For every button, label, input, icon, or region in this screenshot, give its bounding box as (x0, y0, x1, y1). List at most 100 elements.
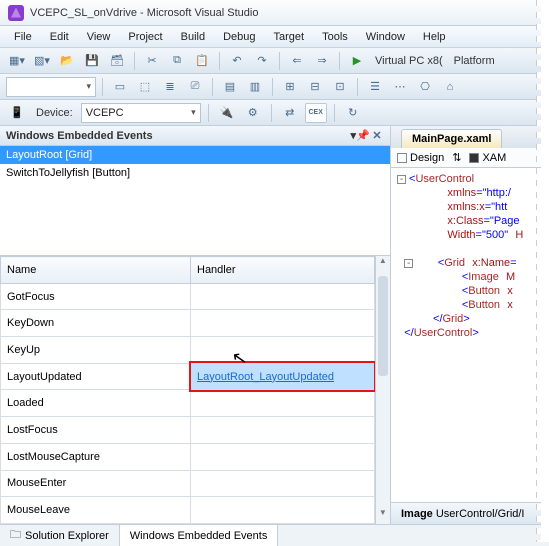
transport-button[interactable]: ⇄ (279, 103, 301, 123)
events-grid[interactable]: Name Handler GotFocus KeyDown KeyUp Layo… (0, 256, 375, 524)
col-handler[interactable]: Handler (191, 257, 375, 284)
platform-label[interactable]: Platform (450, 55, 499, 67)
close-icon[interactable]: ✕ (370, 129, 384, 142)
element-type: Image (401, 508, 433, 520)
separator (219, 52, 220, 70)
config-combo[interactable]: ▾ (6, 77, 96, 97)
paste-button[interactable]: 📋 (191, 51, 213, 71)
tb-icon[interactable]: ≣ (159, 77, 181, 97)
tb-icon[interactable]: ⎚ (184, 77, 206, 97)
col-name[interactable]: Name (1, 257, 191, 284)
menu-tools[interactable]: Tools (314, 29, 356, 45)
redo-button[interactable]: ↷ (251, 51, 273, 71)
design-icon (397, 153, 407, 163)
refresh-button[interactable]: ↻ (342, 103, 364, 123)
title-bar: VCEPC_SL_onVdrive - Microsoft Visual Stu… (0, 0, 549, 26)
separator (212, 78, 213, 96)
menu-window[interactable]: Window (358, 29, 413, 45)
start-debug-button[interactable]: ▶ (346, 51, 368, 71)
editor-tabstrip: MainPage.xaml (391, 126, 549, 148)
tb-icon[interactable]: ☰ (364, 77, 386, 97)
torn-edge (541, 0, 549, 542)
bottom-tabstrip: 🗀Solution Explorer Windows Embedded Even… (0, 524, 549, 546)
device-combo[interactable]: VCEPC▾ (81, 103, 201, 123)
xaml-icon (469, 153, 479, 163)
menu-edit[interactable]: Edit (42, 29, 77, 45)
separator (339, 52, 340, 70)
save-button[interactable]: 💾 (81, 51, 103, 71)
element-item-selected[interactable]: LayoutRoot [Grid] (0, 146, 390, 164)
separator (134, 52, 135, 70)
add-item-button[interactable]: ▧▾ (31, 51, 53, 71)
scroll-up-icon[interactable]: ▲ (376, 256, 390, 272)
scroll-thumb[interactable] (378, 276, 388, 376)
app-icon (8, 5, 24, 21)
handler-link[interactable]: LayoutRoot_LayoutUpdated (191, 363, 375, 390)
open-button[interactable]: 📂 (56, 51, 78, 71)
vertical-scrollbar[interactable]: ▲ ▼ (375, 256, 390, 524)
collapse-icon[interactable]: - (397, 175, 406, 184)
menu-file[interactable]: File (6, 29, 40, 45)
xaml-view-button[interactable]: XAM (469, 152, 506, 164)
table-row[interactable]: GotFocus (1, 283, 375, 310)
table-row[interactable]: Loaded (1, 390, 375, 417)
tb-icon[interactable]: ▭ (109, 77, 131, 97)
tb-icon[interactable]: ▤ (219, 77, 241, 97)
menu-build[interactable]: Build (173, 29, 213, 45)
menu-debug[interactable]: Debug (215, 29, 263, 45)
tab-embedded-events[interactable]: Windows Embedded Events (120, 525, 279, 546)
events-pane-title: Windows Embedded Events (6, 130, 153, 142)
tb-icon[interactable]: ⎔ (414, 77, 436, 97)
nav-back-button[interactable]: ⇐ (286, 51, 308, 71)
table-row[interactable]: KeyUp (1, 337, 375, 364)
table-row[interactable]: LostFocus (1, 417, 375, 444)
tb-icon[interactable]: ⊟ (304, 77, 326, 97)
collapse-icon[interactable]: - (404, 259, 413, 268)
cut-button[interactable]: ✂ (141, 51, 163, 71)
element-item[interactable]: SwitchToJellyfish [Button] (0, 164, 390, 182)
tb-icon[interactable]: ⊞ (279, 77, 301, 97)
cex-button[interactable]: CEX (305, 103, 327, 123)
editor-tab[interactable]: MainPage.xaml (401, 129, 502, 148)
swap-panes-icon[interactable]: ⇅ (452, 151, 461, 164)
xaml-editor[interactable]: -<UserControl xmlns="http:/ xmlns:x="htt… (391, 168, 549, 502)
table-row[interactable]: MouseEnter (1, 470, 375, 497)
design-xaml-bar: Design ⇅ XAM (391, 148, 549, 168)
separator (279, 52, 280, 70)
table-row[interactable]: LostMouseCapture (1, 443, 375, 470)
menu-help[interactable]: Help (415, 29, 454, 45)
table-row[interactable]: MouseLeave (1, 497, 375, 524)
tab-solution-explorer[interactable]: 🗀Solution Explorer (0, 525, 120, 546)
table-row[interactable]: LayoutUpdatedLayoutRoot_LayoutUpdated (1, 363, 375, 390)
undo-button[interactable]: ↶ (226, 51, 248, 71)
window-title: VCEPC_SL_onVdrive - Microsoft Visual Stu… (30, 7, 258, 19)
scroll-down-icon[interactable]: ▼ (376, 508, 390, 524)
tb-icon[interactable]: ▥ (244, 77, 266, 97)
menu-target[interactable]: Target (266, 29, 313, 45)
copy-button[interactable]: ⧉ (166, 51, 188, 71)
new-project-button[interactable]: ▦▾ (6, 51, 28, 71)
separator (357, 78, 358, 96)
device-icon[interactable]: 📱 (6, 103, 28, 123)
connect-button[interactable]: 🔌 (216, 103, 238, 123)
element-path: UserControl/Grid/I (436, 508, 525, 520)
element-list[interactable]: LayoutRoot [Grid] SwitchToJellyfish [But… (0, 146, 390, 256)
design-view-button[interactable]: Design (397, 152, 444, 164)
target-combo[interactable]: Virtual PC x8( (371, 55, 447, 67)
nav-fwd-button[interactable]: ⇒ (311, 51, 333, 71)
device-props-button[interactable]: ⚙ (242, 103, 264, 123)
separator (271, 104, 272, 122)
table-row[interactable]: KeyDown (1, 310, 375, 337)
save-all-button[interactable]: 🗃 (106, 51, 128, 71)
tb-icon[interactable]: ⊡ (329, 77, 351, 97)
menu-view[interactable]: View (79, 29, 119, 45)
editor-statusbar: Image UserControl/Grid/I (391, 502, 549, 524)
tb-icon[interactable]: ⋯ (389, 77, 411, 97)
tb-icon[interactable]: ⬚ (134, 77, 156, 97)
tb-icon[interactable]: ⌂ (439, 77, 461, 97)
menu-project[interactable]: Project (120, 29, 170, 45)
events-pane-header: Windows Embedded Events ▾ 📌 ✕ (0, 126, 390, 146)
events-pane: Windows Embedded Events ▾ 📌 ✕ LayoutRoot… (0, 126, 391, 524)
pin-icon[interactable]: 📌 (356, 129, 370, 142)
editor-pane: MainPage.xaml Design ⇅ XAM -<UserControl… (391, 126, 549, 524)
